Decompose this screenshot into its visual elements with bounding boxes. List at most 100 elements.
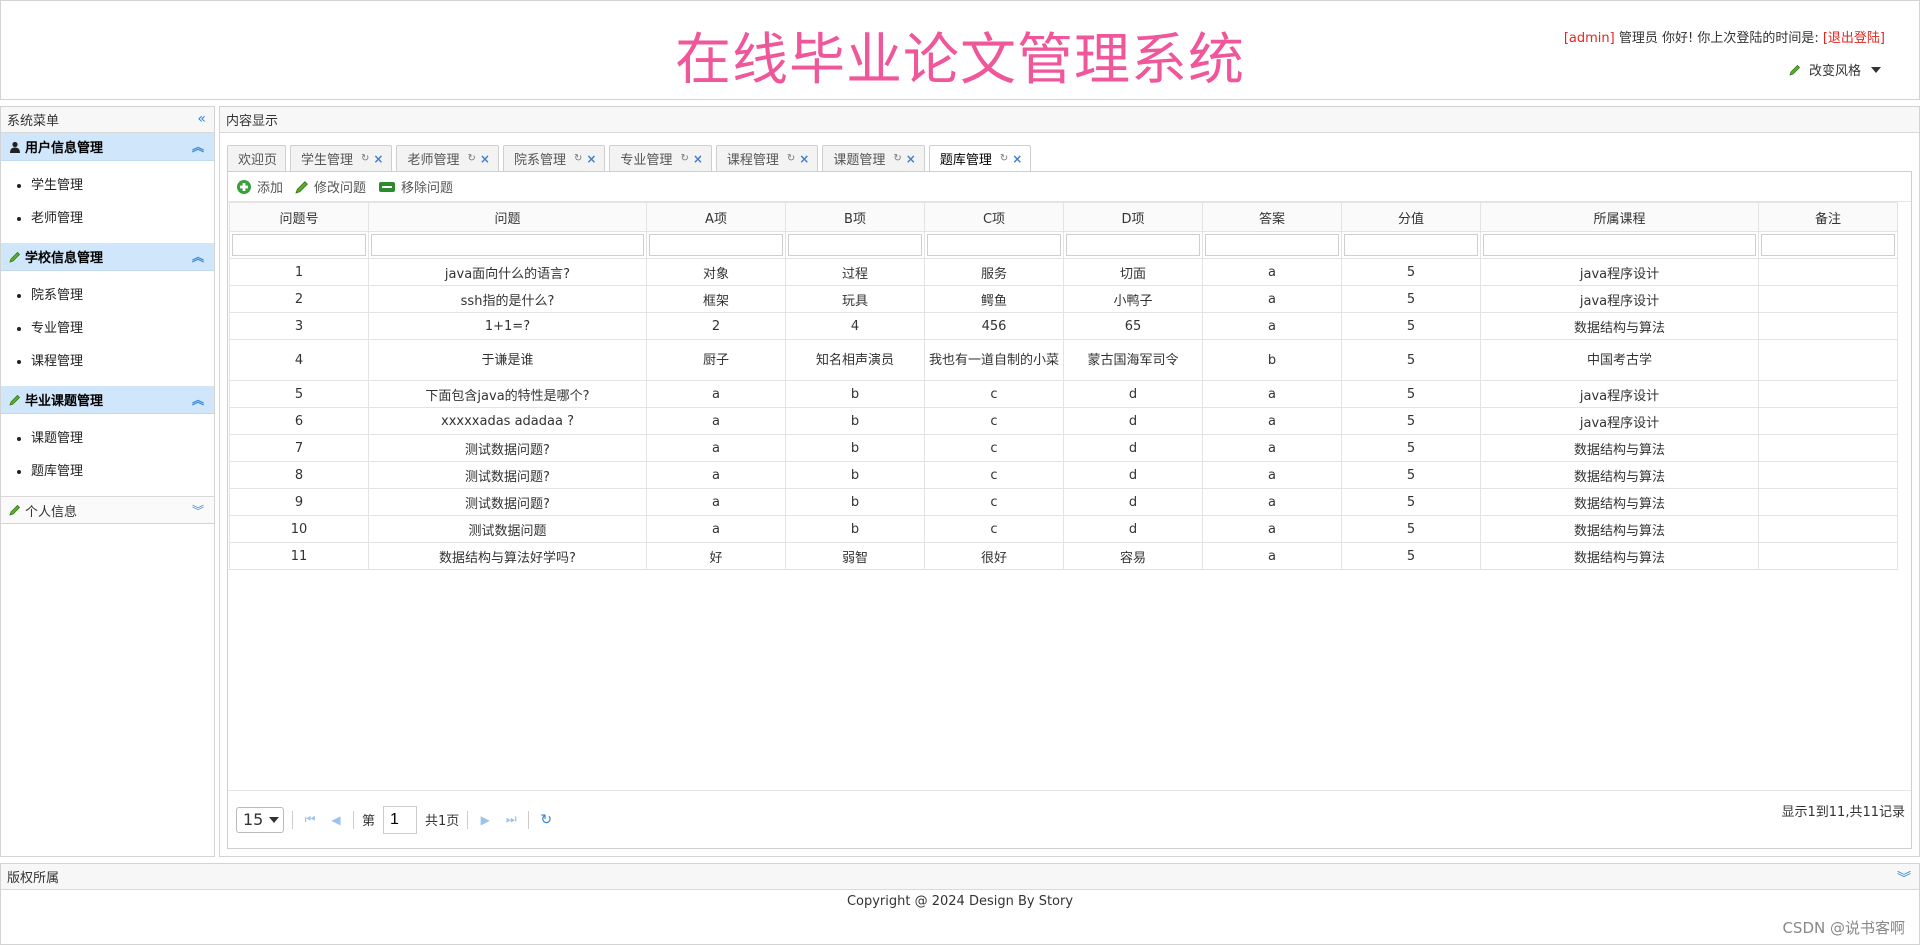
table-row[interactable]: 8 测试数据问题? a b c d a 5 数据结构与算法 xyxy=(229,461,1898,489)
page-number-input[interactable] xyxy=(383,805,418,834)
tab-teacher[interactable]: 老师管理 ↻ × xyxy=(396,145,499,171)
filter-input[interactable] xyxy=(649,234,783,256)
column-header[interactable]: 分值 xyxy=(1341,202,1481,232)
refresh-icon[interactable]: ↻ xyxy=(468,153,476,164)
table-row[interactable]: 10 测试数据问题 a b c d a 5 数据结构与算法 xyxy=(229,515,1898,543)
table-cell xyxy=(1758,434,1898,462)
column-header[interactable]: 问题号 xyxy=(229,202,369,232)
greeting-text: 管理员 你好! 你上次登陆的时间是: xyxy=(1614,31,1823,46)
table-cell: 很好 xyxy=(924,542,1064,570)
sidebar-item-course[interactable]: 课程管理 xyxy=(31,345,214,378)
style-switch-menu[interactable]: 改变风格 xyxy=(1789,60,1881,79)
expand-down-icon[interactable]: ︾ xyxy=(1897,868,1911,888)
refresh-icon[interactable]: ↻ xyxy=(1000,153,1008,164)
filter-input[interactable] xyxy=(371,234,644,256)
tab-question-bank[interactable]: 题库管理 ↻ × xyxy=(928,145,1032,171)
table-cell: c xyxy=(924,380,1064,408)
collapse-up-icon[interactable]: ︽ xyxy=(192,248,204,265)
sidebar-item-department[interactable]: 院系管理 xyxy=(31,279,214,312)
close-icon[interactable]: × xyxy=(799,152,809,166)
tab-course[interactable]: 课程管理 ↻ × xyxy=(715,145,819,171)
table-row[interactable]: 1 java面向什么的语言? 对象 过程 服务 切面 a 5 java程序设计 xyxy=(229,258,1898,286)
column-header[interactable]: 问题 xyxy=(368,202,647,232)
collapse-up-icon[interactable]: ︽ xyxy=(192,391,204,408)
collapse-left-icon[interactable]: « xyxy=(197,111,206,127)
sidebar-item-label: 学生管理 xyxy=(31,178,84,193)
page-size-select[interactable]: 15 xyxy=(236,806,284,833)
table-cell: c xyxy=(924,434,1064,462)
table-row[interactable]: 7 测试数据问题? a b c d a 5 数据结构与算法 xyxy=(229,434,1898,462)
table-cell: a xyxy=(1202,461,1342,489)
next-page-icon[interactable]: ▶ xyxy=(476,813,494,827)
tab-welcome[interactable]: 欢迎页 xyxy=(227,145,287,171)
close-icon[interactable]: × xyxy=(906,152,916,166)
table-cell xyxy=(1758,380,1898,408)
close-icon[interactable]: × xyxy=(1012,152,1022,166)
sidebar-item-major[interactable]: 专业管理 xyxy=(31,312,214,345)
menu-group-school[interactable]: 学校信息管理 ︽ xyxy=(1,243,214,271)
refresh-icon[interactable]: ↻ xyxy=(893,153,901,164)
refresh-icon[interactable]: ↻ xyxy=(787,153,795,164)
refresh-icon[interactable]: ↻ xyxy=(680,153,688,164)
table-cell: a xyxy=(646,515,786,543)
table-row[interactable]: 2 ssh指的是什么? 框架 玩具 鳄鱼 小鸭子 a 5 java程序设计 xyxy=(229,285,1898,313)
sidebar-item-topic[interactable]: 课题管理 xyxy=(31,422,214,455)
close-icon[interactable]: × xyxy=(480,152,490,166)
last-page-icon[interactable]: ⏭ xyxy=(502,812,520,827)
filter-input[interactable] xyxy=(1483,234,1756,256)
content-title: 内容显示 xyxy=(226,114,279,129)
table-row[interactable]: 3 1+1=? 2 4 456 65 a 5 数据结构与算法 xyxy=(229,312,1898,340)
tab-department[interactable]: 院系管理 ↻ × xyxy=(502,145,606,171)
expand-down-icon[interactable]: ︾ xyxy=(192,502,204,519)
close-icon[interactable]: × xyxy=(586,152,596,166)
table-cell: 好 xyxy=(646,542,786,570)
prev-page-icon[interactable]: ◀ xyxy=(327,813,345,827)
tab-topic[interactable]: 课题管理 ↻ × xyxy=(822,145,925,171)
refresh-icon[interactable]: ↻ xyxy=(537,812,555,828)
menu-group-profile[interactable]: 个人信息 ︾ xyxy=(1,496,214,524)
close-icon[interactable]: × xyxy=(373,152,383,166)
column-header[interactable]: D项 xyxy=(1063,202,1203,232)
filter-input[interactable] xyxy=(1205,234,1339,256)
tab-label: 欢迎页 xyxy=(238,153,278,168)
filter-input[interactable] xyxy=(927,234,1061,256)
column-header[interactable]: 答案 xyxy=(1202,202,1342,232)
table-row[interactable]: 11 数据结构与算法好学吗? 好弱智 很好 容易 a 5 数据结构与算法 xyxy=(229,542,1898,570)
filter-input[interactable] xyxy=(788,234,922,256)
table-row[interactable]: 6 xxxxxadas adadaa ? a b c d a 5 java程序设计 xyxy=(229,407,1898,435)
table-cell: d xyxy=(1063,488,1203,516)
tab-student[interactable]: 学生管理 ↻ × xyxy=(290,145,393,171)
user-name: [admin] xyxy=(1563,31,1615,46)
sidebar-item-question-bank[interactable]: 题库管理 xyxy=(31,455,214,488)
remove-question-button[interactable]: 移除问题 xyxy=(378,177,453,196)
column-header[interactable]: A项 xyxy=(646,202,786,232)
grid-toolbar: 添加 修改问题 移除问题 xyxy=(228,172,1911,202)
table-cell: 5 xyxy=(1341,312,1481,340)
column-header[interactable]: 备注 xyxy=(1758,202,1898,232)
first-page-icon[interactable]: ⏮ xyxy=(301,812,319,827)
add-button[interactable]: 添加 xyxy=(236,177,283,196)
filter-input[interactable] xyxy=(1344,234,1478,256)
sidebar-item-teacher[interactable]: 老师管理 xyxy=(31,202,214,235)
column-header[interactable]: 所属课程 xyxy=(1480,202,1759,232)
collapse-up-icon[interactable]: ︽ xyxy=(192,138,204,155)
table-row[interactable]: 9 测试数据问题? a b c d a 5 数据结构与算法 xyxy=(229,488,1898,516)
menu-group-topic[interactable]: 毕业课题管理 ︽ xyxy=(1,386,214,414)
menu-group-user[interactable]: 用户信息管理 ︽ xyxy=(1,133,214,161)
table-row[interactable]: 5 下面包含java的特性是哪个? a b c d a 5 java程序设计 xyxy=(229,380,1898,408)
sidebar: 系统菜单 « 用户信息管理 ︽ 学生管理 老师管理 学校信息管理 ︽ 院系管理 … xyxy=(0,106,215,857)
close-icon[interactable]: × xyxy=(693,152,703,166)
filter-input[interactable] xyxy=(1761,234,1895,256)
tab-major[interactable]: 专业管理 ↻ × xyxy=(609,145,712,171)
filter-input[interactable] xyxy=(232,234,366,256)
column-header[interactable]: B项 xyxy=(785,202,925,232)
table-cell: c xyxy=(924,407,1064,435)
filter-input[interactable] xyxy=(1066,234,1200,256)
sidebar-item-student[interactable]: 学生管理 xyxy=(31,169,214,202)
refresh-icon[interactable]: ↻ xyxy=(574,153,582,164)
edit-question-button[interactable]: 修改问题 xyxy=(295,177,366,196)
table-row[interactable]: 4 于谦是谁 厨子 知名相声演员 我也有一道自制的小菜 蒙古国海军司令 b 5 中国考古学 xyxy=(229,339,1898,381)
logout-link[interactable]: [退出登陆] xyxy=(1823,31,1885,46)
refresh-icon[interactable]: ↻ xyxy=(361,153,369,164)
column-header[interactable]: C项 xyxy=(924,202,1064,232)
